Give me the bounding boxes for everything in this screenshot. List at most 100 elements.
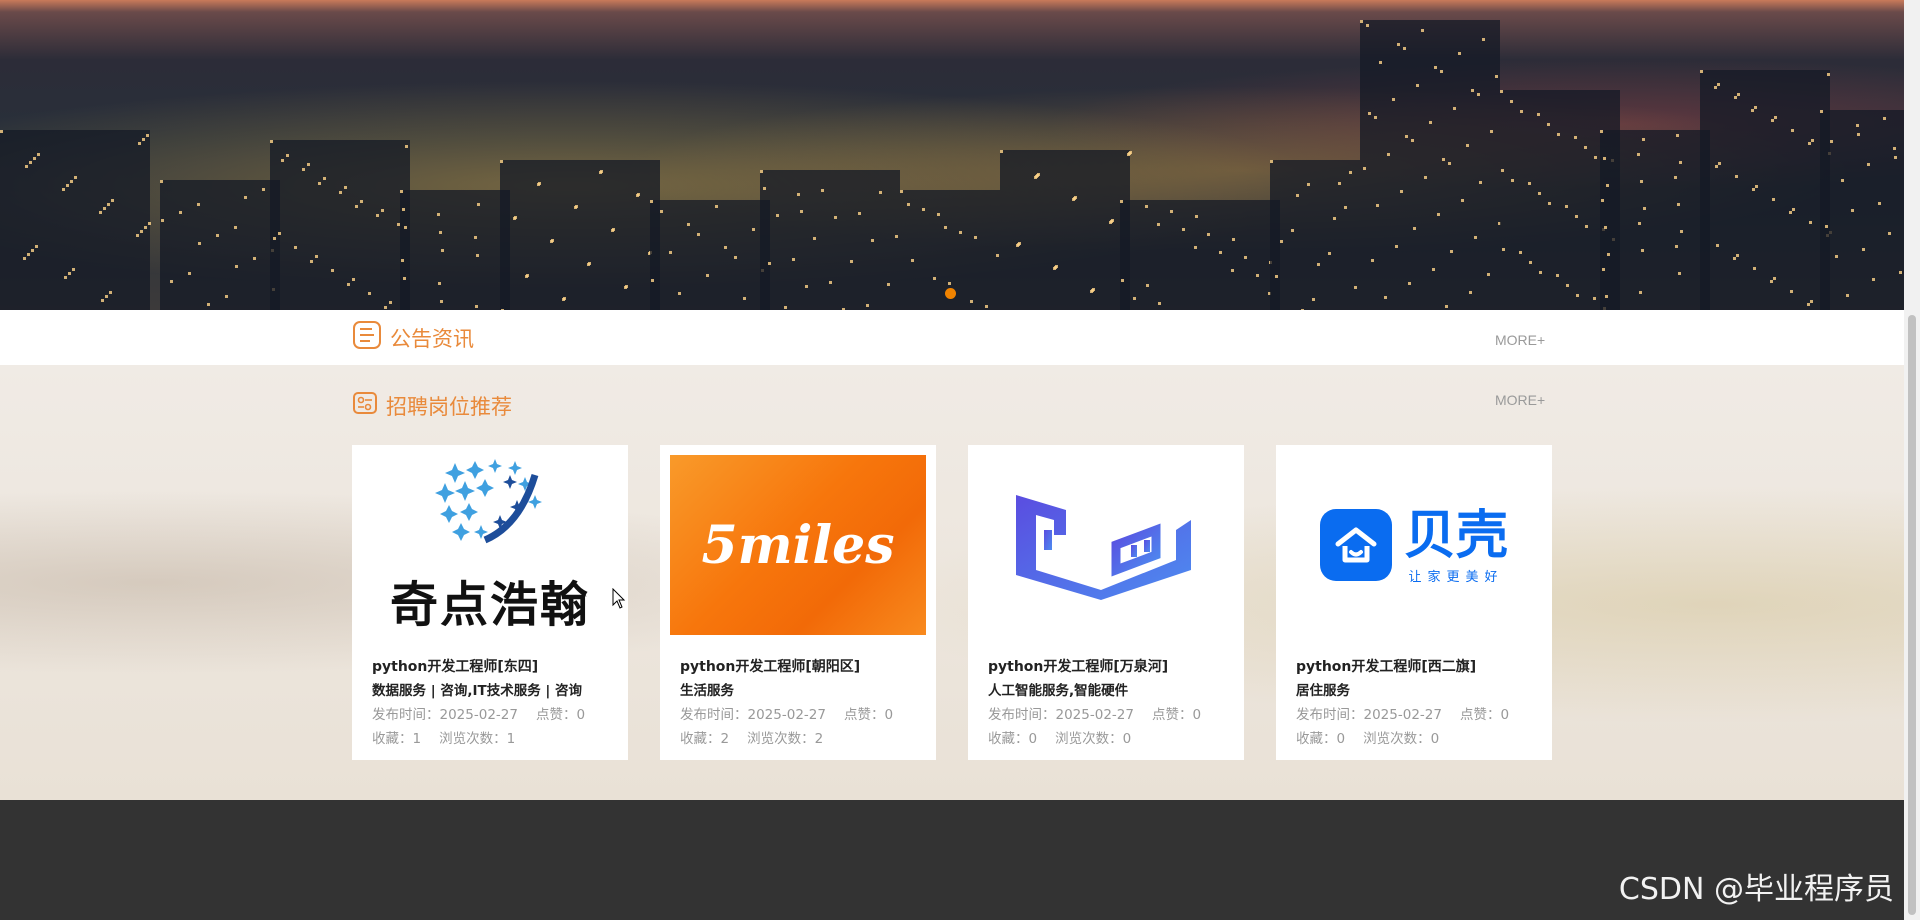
building-light bbox=[651, 279, 654, 282]
recommend-heading: 招聘岗位推荐 bbox=[352, 390, 512, 421]
building-light bbox=[937, 213, 940, 216]
building-light bbox=[302, 168, 305, 171]
building-light bbox=[1145, 205, 1148, 208]
building-light bbox=[1379, 61, 1382, 64]
building-light bbox=[1432, 268, 1435, 271]
page-footer: CSDN @毕业程序员 bbox=[0, 800, 1904, 920]
building-light bbox=[1403, 47, 1406, 50]
scrollbar-thumb[interactable] bbox=[1908, 315, 1916, 915]
building-light bbox=[1774, 116, 1777, 119]
building-silhouette bbox=[1000, 150, 1130, 310]
building-light bbox=[1754, 106, 1757, 109]
recommend-title: 招聘岗位推荐 bbox=[386, 394, 512, 419]
notice-more-link[interactable]: MORE+ bbox=[1495, 332, 1545, 348]
building-light bbox=[105, 295, 108, 298]
recommend-icon bbox=[352, 390, 378, 421]
building-light bbox=[1827, 73, 1830, 76]
building-light bbox=[600, 170, 603, 173]
building-light bbox=[278, 232, 281, 235]
building-light bbox=[1349, 171, 1352, 174]
building-light bbox=[101, 299, 104, 302]
building-silhouette bbox=[270, 140, 410, 310]
building-light bbox=[1640, 180, 1643, 183]
building-light bbox=[1820, 110, 1823, 113]
building-light bbox=[1374, 116, 1377, 119]
job-category: 居住服务 bbox=[1296, 683, 1350, 699]
building-light bbox=[405, 145, 408, 148]
building-light bbox=[1275, 275, 1278, 278]
building-light bbox=[1510, 100, 1513, 103]
building-light bbox=[1360, 20, 1363, 23]
building-light bbox=[1851, 209, 1854, 212]
building-light bbox=[216, 234, 219, 237]
building-light bbox=[262, 188, 265, 191]
building-light bbox=[500, 160, 503, 163]
building-light bbox=[1363, 167, 1366, 170]
building-light bbox=[1856, 124, 1859, 127]
building-light bbox=[389, 301, 392, 304]
job-card[interactable]: 贝壳 让家更美好 python开发工程师[西二旗] 居住服务 发布时间：2025… bbox=[1276, 445, 1552, 760]
building-light bbox=[1466, 144, 1469, 147]
recommend-more-link[interactable]: MORE+ bbox=[1495, 392, 1545, 408]
publish-date: 发布时间：2025-02-27 bbox=[988, 707, 1134, 723]
building-light bbox=[234, 226, 237, 229]
building-light bbox=[1395, 245, 1398, 248]
building-light bbox=[1219, 251, 1222, 254]
building-light bbox=[23, 257, 26, 260]
building-light bbox=[1453, 107, 1456, 110]
building-light bbox=[1878, 202, 1881, 205]
notice-title: 公告资讯 bbox=[390, 326, 474, 351]
building-light bbox=[1291, 229, 1294, 232]
building-light bbox=[1893, 147, 1896, 150]
building-light bbox=[850, 260, 853, 263]
page-scrollbar[interactable] bbox=[1904, 0, 1920, 920]
building-light bbox=[1501, 169, 1504, 172]
building-light bbox=[1182, 228, 1185, 231]
building-light bbox=[1770, 280, 1773, 283]
building-light bbox=[1737, 93, 1740, 96]
building-light bbox=[235, 265, 238, 268]
building-light bbox=[1520, 110, 1523, 113]
building-light bbox=[734, 256, 737, 259]
building-light bbox=[678, 292, 681, 295]
building-light bbox=[1601, 199, 1604, 202]
building-light bbox=[1566, 284, 1569, 287]
building-light bbox=[1716, 244, 1719, 247]
building-light bbox=[1603, 157, 1606, 160]
notice-section: 公告资讯 MORE+ bbox=[0, 310, 1904, 365]
building-light bbox=[1811, 139, 1814, 142]
building-light bbox=[1413, 227, 1416, 230]
building-light bbox=[1500, 90, 1503, 93]
building-light bbox=[1638, 222, 1641, 225]
csdn-watermark: CSDN @毕业程序员 bbox=[1618, 872, 1894, 907]
building-light bbox=[1565, 205, 1568, 208]
building-light bbox=[1333, 217, 1336, 220]
building-light bbox=[1371, 259, 1374, 262]
building-light bbox=[1755, 185, 1758, 188]
building-light bbox=[1575, 215, 1578, 218]
building-light bbox=[29, 161, 32, 164]
building-light bbox=[1368, 112, 1371, 115]
building-light bbox=[974, 236, 977, 239]
building-light bbox=[476, 254, 479, 257]
job-card[interactable]: 5miles python开发工程师[朝阳区] 生活服务 发布时间：2025-0… bbox=[660, 445, 936, 760]
building-light bbox=[376, 214, 379, 217]
building-light bbox=[310, 260, 313, 263]
job-card[interactable]: python开发工程师[万泉河] 人工智能服务,智能硬件 发布时间：2025-0… bbox=[968, 445, 1244, 760]
building-light bbox=[1109, 221, 1112, 224]
building-light bbox=[170, 280, 173, 283]
building-light bbox=[879, 191, 882, 194]
building-light bbox=[475, 305, 478, 308]
star-globe-icon bbox=[435, 459, 542, 544]
building-light bbox=[514, 216, 517, 219]
building-light bbox=[1872, 278, 1875, 281]
building-light bbox=[1576, 294, 1579, 297]
carousel-indicator-dot[interactable] bbox=[945, 288, 956, 299]
building-light bbox=[323, 177, 326, 180]
building-light bbox=[1354, 286, 1357, 289]
building-light bbox=[318, 182, 321, 185]
building-light bbox=[784, 306, 787, 309]
job-card[interactable]: 奇点浩翰 python开发工程师[东四] 数据服务 | 咨询,IT技术服务 | … bbox=[352, 445, 628, 760]
building-light bbox=[1605, 295, 1608, 298]
building-light bbox=[1825, 225, 1828, 228]
